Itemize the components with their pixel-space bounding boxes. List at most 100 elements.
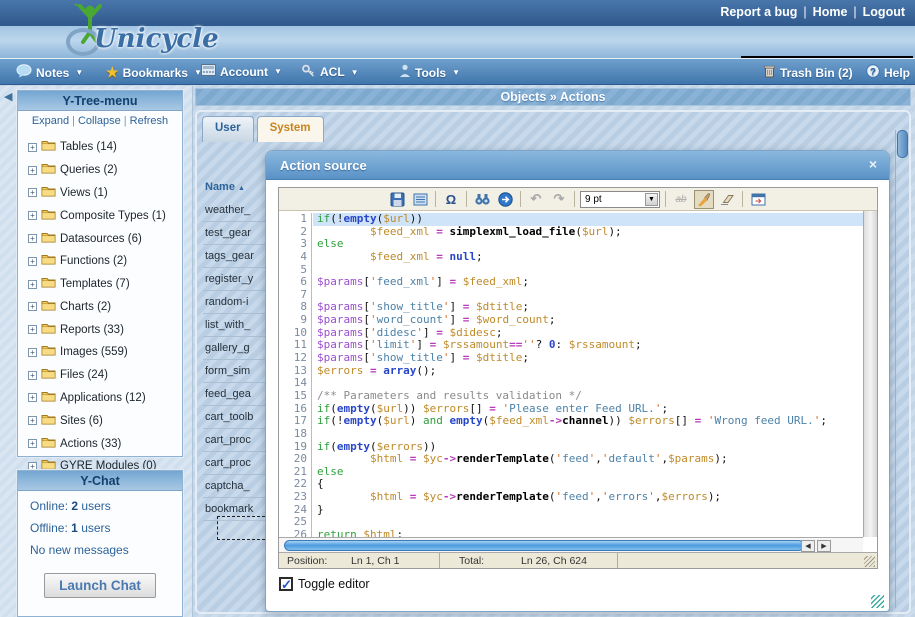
expand-plus-icon[interactable]: +: [28, 211, 37, 220]
expand-link[interactable]: Expand: [32, 115, 69, 127]
chevron-down-icon[interactable]: ▼: [645, 193, 658, 206]
main-scrollbar-thumb[interactable]: [897, 130, 908, 158]
font-size-select[interactable]: 9 pt▼: [580, 191, 660, 208]
tree-item[interactable]: +Charts (2): [28, 295, 182, 318]
editor-vertical-scrollbar[interactable]: [863, 211, 877, 537]
tree-menu-title: Y-Tree-menu: [18, 91, 182, 111]
table-row[interactable]: cart_proc: [203, 452, 267, 475]
editor-toolbar: Ω ↶ ↷ 9 pt▼ ab: [279, 188, 877, 211]
tree-item[interactable]: +Templates (7): [28, 273, 182, 296]
tree-item[interactable]: +Queries (2): [28, 159, 182, 182]
expand-plus-icon[interactable]: +: [28, 143, 37, 152]
sort-asc-icon: ▲: [238, 185, 245, 192]
expand-plus-icon[interactable]: +: [28, 393, 37, 402]
expand-plus-icon[interactable]: +: [28, 280, 37, 289]
code-line[interactable]: if(!empty($url) and empty($feed_xml->cha…: [317, 415, 863, 428]
tree-item[interactable]: +Files (24): [28, 364, 182, 387]
expand-plus-icon[interactable]: +: [28, 325, 37, 334]
objects-table: Name ▲ weather_test_geartags_gearregiste…: [203, 178, 267, 521]
tree-item[interactable]: +Datasources (6): [28, 227, 182, 250]
dialog-resize-grip[interactable]: [871, 595, 884, 608]
expand-plus-icon[interactable]: +: [28, 348, 37, 357]
tree-item[interactable]: +Actions (33): [28, 432, 182, 455]
toggle-editor-checkbox[interactable]: ✓: [279, 577, 293, 591]
tree-item[interactable]: +Composite Types (1): [28, 204, 182, 227]
expand-plus-icon[interactable]: +: [28, 371, 37, 380]
syntax-highlight-icon[interactable]: [694, 190, 714, 209]
table-row[interactable]: form_sim: [203, 360, 267, 383]
nav-item-acl[interactable]: ACL▼: [301, 64, 359, 80]
table-row[interactable]: gallery_g: [203, 337, 267, 360]
tree-item[interactable]: +Functions (2): [28, 250, 182, 273]
code-line[interactable]: $html = $yc->renderTemplate('feed','defa…: [317, 453, 863, 466]
tree-item[interactable]: +Images (559): [28, 341, 182, 364]
code-line[interactable]: $html = $yc->renderTemplate('feed','erro…: [317, 491, 863, 504]
word-wrap-icon[interactable]: ab: [671, 190, 691, 209]
launch-chat-button[interactable]: Launch Chat: [44, 573, 156, 598]
editor-horizontal-scrollbar[interactable]: ◀ ▶: [279, 537, 863, 552]
expand-plus-icon[interactable]: +: [28, 416, 37, 425]
table-row[interactable]: list_with_: [203, 314, 267, 337]
dialog-titlebar[interactable]: Action source ×: [266, 151, 889, 180]
collapse-link[interactable]: Collapse: [78, 115, 121, 127]
select-all-icon[interactable]: [410, 190, 430, 209]
refresh-link[interactable]: Refresh: [130, 115, 169, 127]
logout-link[interactable]: Logout: [863, 5, 905, 19]
save-icon[interactable]: [387, 190, 407, 209]
expand-plus-icon[interactable]: +: [28, 439, 37, 448]
tab-system[interactable]: System: [257, 116, 324, 142]
home-link[interactable]: Home: [813, 5, 848, 19]
expand-plus-icon[interactable]: +: [28, 166, 37, 175]
search-icon[interactable]: [472, 190, 492, 209]
nav-item-tools[interactable]: Tools▼: [399, 64, 460, 81]
table-row[interactable]: register_y: [203, 268, 267, 291]
close-icon[interactable]: ×: [869, 156, 877, 172]
code-text[interactable]: if(!empty($url)) $feed_xml = simplexml_l…: [317, 213, 863, 537]
tree-item[interactable]: +Applications (12): [28, 387, 182, 410]
nav-item-trash-bin[interactable]: Trash Bin (2): [763, 64, 853, 81]
editor-body[interactable]: 1234567891011121314151617181920212223242…: [279, 211, 863, 537]
name-column-header[interactable]: Name ▲: [203, 178, 267, 199]
scroll-left-icon[interactable]: ◀: [801, 540, 815, 552]
code-line[interactable]: $feed_xml = null;: [317, 251, 863, 264]
code-line[interactable]: else: [317, 466, 863, 479]
undo-icon[interactable]: ↶: [526, 190, 546, 209]
expand-plus-icon[interactable]: +: [28, 188, 37, 197]
redo-icon[interactable]: ↷: [549, 190, 569, 209]
table-row[interactable]: tags_gear: [203, 245, 267, 268]
sidebar-collapse-icon[interactable]: ◀: [4, 90, 12, 103]
toggle-editor-icon[interactable]: [748, 190, 768, 209]
report-a-bug-link[interactable]: Report a bug: [720, 5, 797, 19]
tab-user[interactable]: User: [202, 116, 254, 142]
tree-item[interactable]: +Tables (14): [28, 136, 182, 159]
code-line[interactable]: }: [317, 504, 863, 517]
tree-item[interactable]: +Views (1): [28, 182, 182, 205]
table-row[interactable]: weather_: [203, 199, 267, 222]
expand-plus-icon[interactable]: +: [28, 257, 37, 266]
expand-plus-icon[interactable]: +: [28, 302, 37, 311]
go-to-line-icon[interactable]: [495, 190, 515, 209]
table-row[interactable]: captcha_: [203, 475, 267, 498]
code-line[interactable]: $errors = array();: [317, 365, 863, 378]
editor-hscroll-thumb[interactable]: [284, 540, 804, 551]
table-row[interactable]: cart_toolb: [203, 406, 267, 429]
code-line[interactable]: return $html;: [317, 529, 863, 537]
table-row[interactable]: random-i: [203, 291, 267, 314]
nav-item-account[interactable]: Account▼: [201, 64, 282, 79]
tree-item[interactable]: +Sites (6): [28, 409, 182, 432]
tree-item[interactable]: +Reports (33): [28, 318, 182, 341]
status-resize-grip[interactable]: [864, 556, 875, 567]
nav-item-notes[interactable]: Notes▼: [16, 64, 83, 81]
special-chars-icon[interactable]: Ω: [441, 190, 461, 209]
nav-item-bookmarks[interactable]: ★Bookmarks▼: [106, 64, 202, 81]
nav-item-help[interactable]: ?Help: [866, 64, 910, 81]
scroll-right-icon[interactable]: ▶: [817, 540, 831, 552]
table-row[interactable]: test_gear: [203, 222, 267, 245]
main-vertical-scrollbar[interactable]: [895, 130, 908, 608]
code-line[interactable]: $params['feed_xml'] = $feed_xml;: [317, 276, 863, 289]
table-row[interactable]: cart_proc: [203, 429, 267, 452]
expand-plus-icon[interactable]: +: [28, 234, 37, 243]
table-row[interactable]: feed_gea: [203, 383, 267, 406]
reset-highlight-icon[interactable]: [717, 190, 737, 209]
code-line[interactable]: $feed_xml = simplexml_load_file($url);: [317, 226, 863, 239]
